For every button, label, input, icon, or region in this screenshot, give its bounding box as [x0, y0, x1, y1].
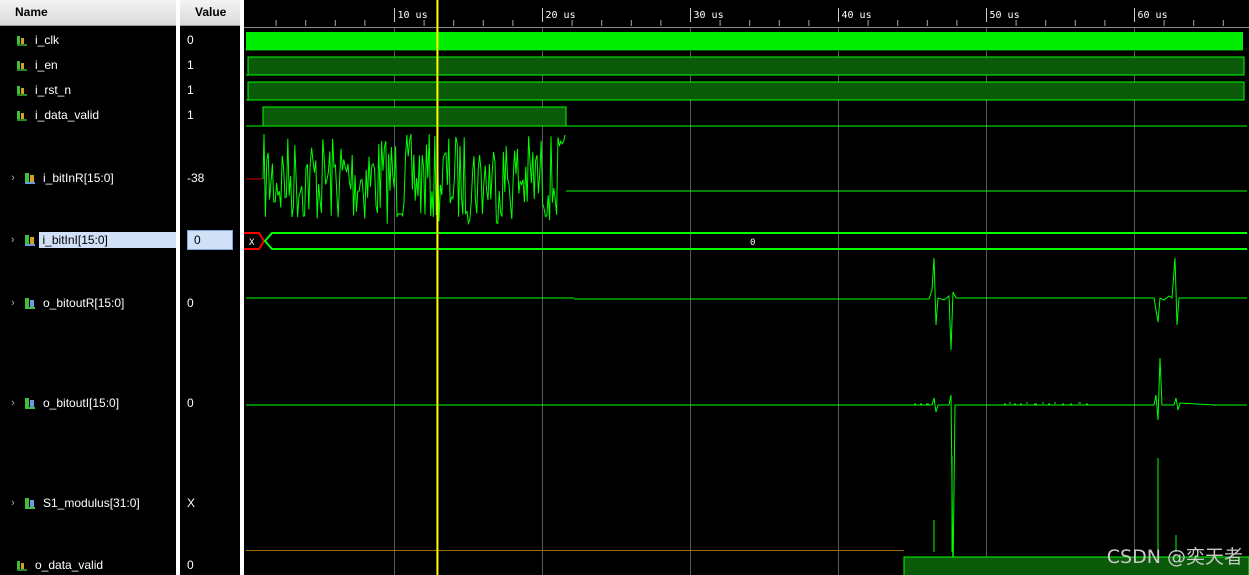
- time-tick-label: 10 us: [398, 10, 428, 21]
- bus-signal-icon: [24, 234, 36, 246]
- signal-name-label: o_data_valid: [35, 558, 104, 572]
- time-ruler[interactable]: 10 us 20 us 30 us 40 us 50 us 60 us: [244, 8, 1249, 28]
- signal-value: 1: [187, 58, 194, 72]
- signal-row-o-data-valid[interactable]: o_data_valid: [0, 555, 176, 575]
- bus-signal-icon: [24, 172, 36, 184]
- signal-value: 0: [187, 33, 194, 47]
- signal-row-i-bitinr[interactable]: › i_bitInR[15:0]: [0, 168, 176, 188]
- signal-row-o-bitouti[interactable]: › o_bitoutI[15:0]: [0, 393, 176, 413]
- signal-value-selected[interactable]: 0: [180, 230, 240, 250]
- signal-value: 1: [187, 108, 194, 122]
- scalar-signal-icon: [16, 34, 28, 46]
- signal-row-i-en[interactable]: i_en: [0, 55, 176, 75]
- signal-value: X: [187, 496, 196, 510]
- time-tick-label: 40 us: [842, 10, 872, 21]
- signal-name-label: S1_modulus[31:0]: [43, 496, 140, 510]
- expand-chevron-icon[interactable]: ›: [8, 497, 18, 509]
- signal-value: 0: [187, 396, 194, 410]
- time-tick-label: 20 us: [546, 10, 576, 21]
- wave-i-clk: [246, 32, 1243, 51]
- scalar-signal-icon: [16, 109, 28, 121]
- wave-o-bitouti: [246, 357, 1247, 575]
- wave-i-rst-n: [246, 81, 1245, 101]
- time-tick-label: 30 us: [694, 10, 724, 21]
- signal-name-label: o_bitoutR[15:0]: [43, 296, 125, 310]
- bus-value-zero: 0: [750, 238, 755, 248]
- signal-name-label: i_bitInI[15:0]: [38, 232, 176, 248]
- signal-value-text: 0: [187, 230, 233, 250]
- signal-name-label: i_bitInR[15:0]: [43, 171, 114, 185]
- expand-chevron-icon[interactable]: ›: [8, 297, 18, 309]
- wave-o-data-valid: [246, 550, 1249, 575]
- signal-value: 0: [187, 296, 194, 310]
- signal-value: 0: [187, 558, 194, 572]
- signal-row-o-bitoutr[interactable]: › o_bitoutR[15:0]: [0, 293, 176, 313]
- signal-row-i-rst-n[interactable]: i_rst_n: [0, 80, 176, 100]
- bus-value-undefined: X: [249, 238, 255, 248]
- scalar-signal-icon: [16, 59, 28, 71]
- signal-name-label: i_data_valid: [35, 108, 100, 122]
- value-column-header[interactable]: Value: [180, 0, 240, 26]
- bus-signal-icon: [24, 397, 36, 409]
- signal-value: -38: [187, 171, 205, 185]
- time-tick-label: 50 us: [990, 10, 1020, 21]
- watermark: CSDN @奕天者: [1106, 546, 1243, 568]
- waveform-canvas[interactable]: 10 us 20 us 30 us 40 us 50 us 60 us X 0: [244, 0, 1249, 575]
- wave-s1-modulus: [933, 456, 1177, 552]
- wave-i-en: [246, 56, 1245, 76]
- signal-row-i-data-valid[interactable]: i_data_valid: [0, 105, 176, 125]
- name-column-header[interactable]: Name: [0, 0, 176, 26]
- scalar-signal-icon: [16, 559, 28, 571]
- expand-chevron-icon[interactable]: ›: [8, 234, 18, 246]
- signal-row-i-clk[interactable]: i_clk: [0, 30, 176, 50]
- bus-signal-icon: [24, 297, 36, 309]
- bus-signal-icon: [24, 497, 36, 509]
- signal-row-s1-modulus[interactable]: › S1_modulus[31:0]: [0, 493, 176, 513]
- signal-name-panel: Name i_clk i_en i_rst_n i_data_valid › i…: [0, 0, 176, 575]
- expand-chevron-icon[interactable]: ›: [8, 172, 18, 184]
- scalar-signal-icon: [16, 84, 28, 96]
- signal-name-label: i_clk: [35, 33, 60, 47]
- time-tick-label: 60 us: [1138, 10, 1168, 21]
- signal-value: 1: [187, 83, 194, 97]
- signal-row-i-bitini[interactable]: › i_bitInI[15:0]: [0, 230, 176, 250]
- wave-i-data-valid: [246, 106, 1247, 127]
- wave-o-bitoutr: [246, 257, 1247, 351]
- signal-name-label: i_en: [35, 58, 58, 72]
- wave-i-bitinr: [246, 133, 1247, 226]
- signal-name-label: o_bitoutI[15:0]: [43, 396, 120, 410]
- expand-chevron-icon[interactable]: ›: [8, 397, 18, 409]
- signal-name-label: i_rst_n: [35, 83, 72, 97]
